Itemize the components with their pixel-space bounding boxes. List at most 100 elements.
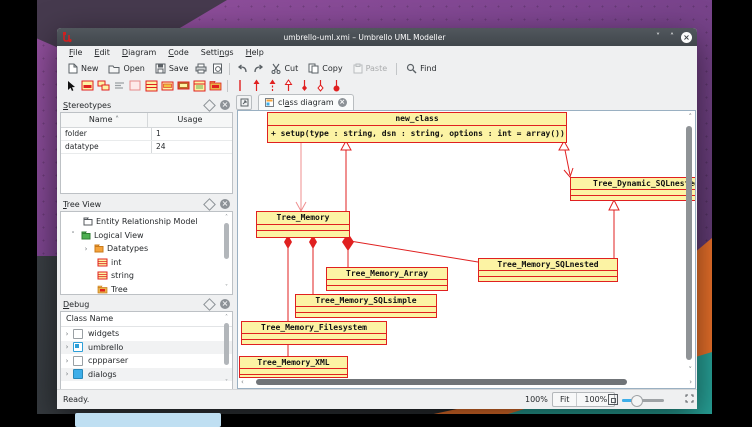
class-tree-memory-sqlnested[interactable]: Tree_Memory_SQLnested [478,258,618,282]
menu-diagram[interactable]: Diagram [116,46,162,60]
close-tab-icon[interactable]: × [338,98,347,107]
table-row[interactable]: folder 1 [61,128,232,141]
debug-column-header[interactable]: Class Name [61,312,232,327]
scroll-left-icon[interactable]: ‹ [241,378,244,386]
table-row[interactable]: datatype 24 [61,141,232,154]
float-panel-icon[interactable] [203,99,216,112]
stereotypes-table-header[interactable]: Name ˄ Usage [61,113,232,128]
debug-item-cppparser[interactable]: › cppparser [61,354,232,368]
tree-item-datatypes[interactable]: › Datatypes [61,242,232,256]
close-panel-icon[interactable]: × [220,199,230,209]
class-tree-memory-array[interactable]: Tree_Memory_Array [326,267,448,291]
scroll-right-icon[interactable]: › [689,378,692,386]
tree-view-scrollbar[interactable]: ˄ ˅ [223,215,230,291]
tab-class-diagram[interactable]: class diagram × [258,94,354,110]
stereotypes-panel-header[interactable]: Stereotypes × [60,98,233,112]
paste-button[interactable]: Paste [348,61,393,76]
debug-scrollbar[interactable]: ˄ ˅ [223,315,230,386]
close-panel-icon[interactable]: × [220,299,230,309]
checkbox-partial[interactable] [73,342,83,352]
chevron-down-icon[interactable]: ˅ [69,231,77,239]
chevron-right-icon[interactable]: › [61,330,73,338]
class-tree-memory-filesystem[interactable]: Tree_Memory_Filesystem [241,321,387,345]
undo-button[interactable] [234,61,250,76]
class-tree-memory[interactable]: Tree_Memory [256,211,350,238]
print-preview-button[interactable] [209,61,225,76]
scroll-down-icon[interactable]: ˅ [223,285,230,291]
scrollbar-thumb[interactable] [256,379,627,385]
debug-item-umbrello[interactable]: › umbrello [61,341,232,355]
fit-button[interactable]: Fit [553,393,576,406]
menu-edit[interactable]: Edit [88,46,116,60]
copy-class-tool[interactable] [95,78,111,93]
diagram-canvas[interactable]: new_class + setup(type : string, dsn : s… [237,110,696,389]
chevron-right-icon[interactable]: › [61,370,73,378]
scroll-down-icon[interactable]: ˅ [223,380,230,386]
debug-item-dialogs[interactable]: › dialogs [61,368,232,382]
checkbox-unchecked[interactable] [73,356,83,366]
tree-item-int[interactable]: int [61,256,232,270]
canvas-horizontal-scrollbar[interactable] [250,378,681,386]
float-panel-icon[interactable] [203,198,216,211]
tree-item-tree[interactable]: Tree [61,283,232,297]
scroll-up-icon[interactable]: ˄ [223,315,230,321]
menu-settings[interactable]: Settings [195,46,240,60]
menu-code[interactable]: Code [162,46,195,60]
debug-item-widgets[interactable]: › widgets [61,327,232,341]
class-tree-memory-sqlsimple[interactable]: Tree_Memory_SQLsimple [295,294,437,318]
aggregation-tool[interactable] [312,78,328,93]
close-panel-icon[interactable]: × [220,100,230,110]
tree-item-logical-view[interactable]: ˅ Logical View [61,229,232,243]
chevron-right-icon[interactable]: › [61,357,73,365]
scrollbar-thumb[interactable] [224,323,229,365]
association-line-tool[interactable] [232,78,248,93]
new-button[interactable]: New [63,61,103,76]
save-button[interactable]: Save [150,61,194,76]
select-tool-button[interactable] [63,78,79,93]
dependency-tool[interactable] [264,78,280,93]
cut-button[interactable]: Cut [266,61,303,76]
chevron-right-icon[interactable]: › [61,343,73,351]
chevron-right-icon[interactable]: › [82,245,90,253]
scrollbar-thumb[interactable] [686,126,692,360]
copy-button[interactable]: Copy [303,61,347,76]
checkbox-unchecked[interactable] [73,329,83,339]
tree-item-entity-relationship-model[interactable]: Entity Relationship Model [61,215,232,229]
zoom-slider-handle[interactable] [631,395,643,407]
checkbox-checked[interactable] [73,369,83,379]
package-tool[interactable] [207,78,223,93]
class-new-class[interactable]: new_class + setup(type : string, dsn : s… [267,112,567,143]
new-class-tool[interactable] [79,78,95,93]
open-button[interactable]: Open [103,61,149,76]
class-tree-dynamic-sqlnested[interactable]: Tree_Dynamic_SQLnested [570,177,696,201]
menu-help[interactable]: Help [240,46,270,60]
print-button[interactable] [193,61,209,76]
tree-view-panel-header[interactable]: Tree View × [60,197,233,211]
composition-tool[interactable] [296,78,312,93]
menu-file[interactable]: File [63,46,88,60]
scroll-up-icon[interactable]: ˄ [223,215,230,221]
object-tool[interactable] [159,78,175,93]
detach-tab-button[interactable] [236,95,252,110]
component-tool[interactable] [175,78,191,93]
titlebar[interactable]: umbrello-uml.xmi – Umbrello UML Modeller… [57,28,697,46]
zoom-page-icon[interactable] [608,394,618,405]
zoom-slider[interactable] [622,399,664,402]
float-panel-icon[interactable] [203,298,216,311]
align-tool[interactable] [111,78,127,93]
scroll-down-icon[interactable]: ˅ [689,366,693,374]
maximize-button[interactable]: ˄ [665,28,679,46]
box-tool[interactable] [127,78,143,93]
class-tree-memory-xml[interactable]: Tree_Memory_XML [239,356,348,378]
directed-association-tool[interactable] [248,78,264,93]
find-button[interactable]: Find [401,61,441,76]
column-header-name[interactable]: Name ˄ [61,113,148,127]
minimize-button[interactable]: ˅ [651,28,665,46]
debug-panel-header[interactable]: Debug × [60,297,233,311]
interface-tool[interactable] [191,78,207,93]
column-header-usage[interactable]: Usage [148,113,232,127]
canvas-vertical-scrollbar[interactable]: ˄ ˅ [685,113,693,374]
scroll-up-icon[interactable]: ˄ [689,113,693,121]
tree-item-string[interactable]: string [61,269,232,283]
redo-button[interactable] [250,61,266,76]
